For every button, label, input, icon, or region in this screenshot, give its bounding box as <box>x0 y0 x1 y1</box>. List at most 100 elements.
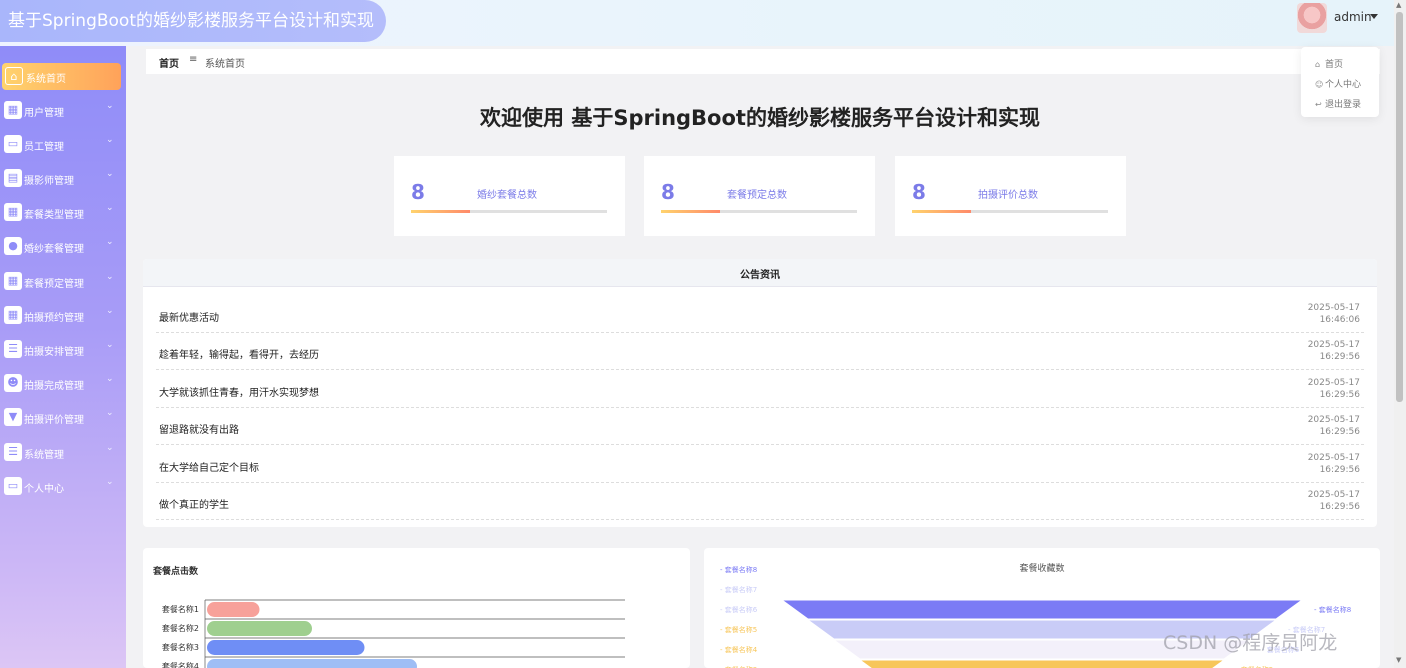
breadcrumb-separator-icon: ≡ <box>189 54 198 65</box>
funnel-segment <box>858 659 1226 668</box>
stat-progress-track <box>411 210 607 213</box>
chevron-down-icon: ⌄ <box>106 101 114 111</box>
sidebar-item-photographers[interactable]: ▤ 摄影师管理 ⌄ <box>0 165 126 193</box>
breadcrumb: 首页 ≡ 系统首页 <box>146 49 1380 74</box>
notice-item-title[interactable]: 在大学给自己定个目标 <box>159 459 259 474</box>
home-icon: ⌂ <box>1315 60 1321 69</box>
breadcrumb-home[interactable]: 首页 <box>159 55 179 70</box>
notice-item-title[interactable]: 大学就该抓住青春，用汗水实现梦想 <box>159 384 319 399</box>
sidebar-item-wedding-packages[interactable]: ● 婚纱套餐管理 ⌄ <box>0 233 126 261</box>
page-title: 欢迎使用 基于SpringBoot的婚纱影楼服务平台设计和实现 <box>480 106 1040 130</box>
monitor-icon: ▭ <box>4 135 22 153</box>
funnel-segment <box>780 599 1304 620</box>
bar <box>207 621 312 636</box>
sidebar-item-users[interactable]: ▦ 用户管理 ⌄ <box>0 97 126 125</box>
sidebar-item-system[interactable]: ☰ 系统管理 ⌄ <box>0 439 126 467</box>
card-icon: ▭ <box>4 477 22 495</box>
user-dropdown: ⌂ 首页 ☺ 个人中心 ↩ 退出登录 <box>1301 47 1379 117</box>
notice-item[interactable]: 留退路就没有出路 2025-05-17 16:29:56 <box>156 408 1364 445</box>
bar-category-label: 套餐名称4 <box>162 661 199 668</box>
person-icon: ☻ <box>4 374 22 392</box>
sidebar-item-shoot-schedules[interactable]: ☰ 拍摄安排管理 ⌄ <box>0 336 126 364</box>
chevron-down-icon: ⌄ <box>106 272 114 282</box>
notice-item-date: 2025-05-17 16:46:06 <box>1307 303 1360 325</box>
logout-icon: ↩ <box>1315 100 1322 109</box>
sidebar-item-profile[interactable]: ▭ 个人中心 ⌄ <box>0 473 126 501</box>
home-icon: ⌂ <box>5 67 23 85</box>
bar-category-label: 套餐名称2 <box>162 623 199 633</box>
notice-item[interactable]: 做个真正的学生 2025-05-17 16:29:56 <box>156 483 1364 520</box>
sidebar-item-package-types[interactable]: ▦ 套餐类型管理 ⌄ <box>0 199 126 227</box>
scroll-down-icon[interactable]: ▼ <box>1396 656 1401 664</box>
notice-item-title[interactable]: 做个真正的学生 <box>159 496 229 511</box>
dropdown-item-home[interactable]: ⌂ 首页 <box>1315 57 1343 70</box>
pin-icon: ▼ <box>4 408 22 426</box>
notice-panel: 公告资讯 最新优惠活动 2025-05-17 16:46:06 趁着年轻，输得起，… <box>143 259 1377 527</box>
stat-progress-track <box>661 210 857 213</box>
notice-item[interactable]: 趁着年轻，输得起，看得开，去经历 2025-05-17 16:29:56 <box>156 333 1364 370</box>
sidebar: ⌂ 系统首页 ▦ 用户管理 ⌄ ▭ 员工管理 ⌄ ▤ 摄影师管理 ⌄ ▦ 套餐类… <box>0 46 126 668</box>
stat-progress-fill <box>912 210 971 213</box>
avatar[interactable] <box>1297 3 1327 33</box>
chevron-down-icon: ⌄ <box>106 169 114 179</box>
legend-item: - 套餐名称8 <box>720 565 757 574</box>
top-bar: 基于SpringBoot的婚纱影楼服务平台设计和实现 admin <box>0 0 1406 46</box>
funnel-label: - 套餐名称8 <box>1314 605 1351 614</box>
stat-progress-fill <box>411 210 470 213</box>
caret-down-icon[interactable] <box>1370 14 1378 19</box>
chevron-down-icon: ⌄ <box>106 477 114 487</box>
notice-item-title[interactable]: 留退路就没有出路 <box>159 421 239 436</box>
bar-category-label: 套餐名称1 <box>162 604 199 614</box>
stat-progress-fill <box>661 210 720 213</box>
sidebar-item-package-bookings[interactable]: ▦ 套餐预定管理 ⌄ <box>0 268 126 296</box>
stat-progress-track <box>912 210 1108 213</box>
grid-icon: ▦ <box>4 203 22 221</box>
sidebar-item-shoot-completions[interactable]: ☻ 拍摄完成管理 ⌄ <box>0 370 126 398</box>
chevron-down-icon: ⌄ <box>106 374 114 384</box>
legend-item: - 套餐名称5 <box>720 625 757 634</box>
watermark: CSDN @程序员阿龙 <box>1163 632 1338 654</box>
stat-card-bookings: 8 套餐预定总数 <box>644 156 875 236</box>
sidebar-item-shoot-reviews[interactable]: ▼ 拍摄评价管理 ⌄ <box>0 404 126 432</box>
sidebar-item-shoot-appointments[interactable]: ▦ 拍摄预约管理 ⌄ <box>0 302 126 330</box>
dropdown-item-logout[interactable]: ↩ 退出登录 <box>1315 97 1361 110</box>
stat-label: 拍摄评价总数 <box>978 190 1038 201</box>
legend-item: - 套餐名称6 <box>720 605 758 614</box>
notice-title: 公告资讯 <box>740 270 780 281</box>
list-icon: ☰ <box>4 443 22 461</box>
notice-item[interactable]: 大学就该抓住青春，用汗水实现梦想 2025-05-17 16:29:56 <box>156 371 1364 408</box>
chevron-down-icon: ⌄ <box>106 408 114 418</box>
username-label[interactable]: admin <box>1334 10 1372 24</box>
legend-item: - 套餐名称7 <box>720 585 757 594</box>
stat-label: 婚纱套餐总数 <box>477 190 537 201</box>
grid-icon: ▦ <box>4 306 22 324</box>
notice-item-title[interactable]: 趁着年轻，输得起，看得开，去经历 <box>159 346 319 361</box>
grid-icon: ▦ <box>4 101 22 119</box>
stat-label: 套餐预定总数 <box>727 190 787 201</box>
bar-category-label: 套餐名称3 <box>162 642 199 652</box>
notice-item-date: 2025-05-17 16:29:56 <box>1307 415 1360 437</box>
page-scrollbar[interactable]: ▲ ▼ <box>1394 0 1406 668</box>
notice-header: 公告资讯 <box>143 259 1377 287</box>
sidebar-item-staff[interactable]: ▭ 员工管理 ⌄ <box>0 131 126 159</box>
chevron-down-icon: ⌄ <box>106 340 114 350</box>
chevron-down-icon: ⌄ <box>106 203 114 213</box>
notice-item-title[interactable]: 最新优惠活动 <box>159 309 219 324</box>
dropdown-item-profile[interactable]: ☺ 个人中心 <box>1315 77 1361 90</box>
app-title: 基于SpringBoot的婚纱影楼服务平台设计和实现 <box>0 0 386 42</box>
scroll-up-icon[interactable]: ▲ <box>1396 1 1401 9</box>
notice-item-date: 2025-05-17 16:29:56 <box>1307 378 1360 400</box>
notice-item[interactable]: 最新优惠活动 2025-05-17 16:46:06 <box>156 296 1364 333</box>
chevron-down-icon: ⌄ <box>106 135 114 145</box>
scroll-thumb[interactable] <box>1396 12 1403 402</box>
chart-package-clicks: 套餐点击数 套餐名称1 套餐名称2 套餐名称3 套餐名称4 <box>143 548 690 668</box>
notice-item-date: 2025-05-17 16:29:56 <box>1307 453 1360 475</box>
bar-chart-svg: 套餐名称1 套餐名称2 套餐名称3 套餐名称4 <box>162 599 625 668</box>
sidebar-item-home[interactable]: ⌂ 系统首页 <box>2 63 121 90</box>
chevron-down-icon: ⌄ <box>106 443 114 453</box>
notice-item[interactable]: 在大学给自己定个目标 2025-05-17 16:29:56 <box>156 446 1364 483</box>
bar <box>207 640 365 655</box>
notice-item-date: 2025-05-17 16:29:56 <box>1307 490 1360 512</box>
grid-icon: ▦ <box>4 272 22 290</box>
legend-item: - 套餐名称4 <box>720 645 758 654</box>
